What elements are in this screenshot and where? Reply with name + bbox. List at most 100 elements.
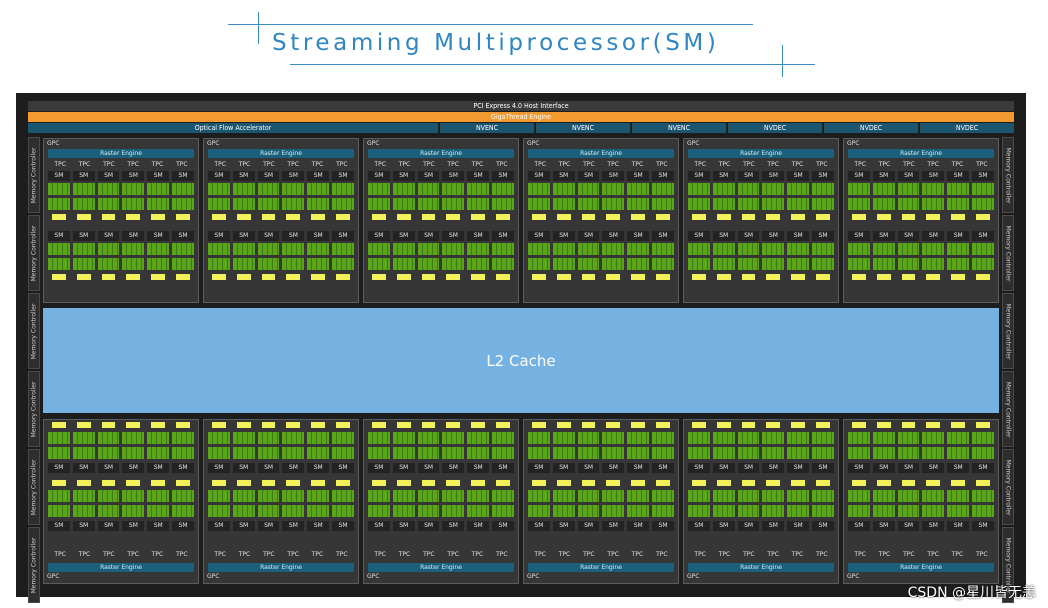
- sm-label: SM: [282, 521, 305, 531]
- gpc-label: GPC: [47, 140, 60, 147]
- cuda-core-block: [848, 243, 870, 255]
- memory-controller: Memory Controller: [1002, 371, 1014, 447]
- cuda-core-block: [442, 183, 465, 195]
- sm-label: SM: [48, 171, 70, 181]
- memory-controller-label: Memory Controller: [1004, 459, 1012, 515]
- tensor-core-block: [716, 214, 731, 220]
- cuda-core-block: [972, 505, 994, 517]
- tensor-core-block: [976, 274, 990, 280]
- cuda-core-block: [922, 447, 945, 459]
- tensor-core-block: [471, 274, 486, 280]
- cuda-core-block: [712, 258, 735, 270]
- tensor-core-block: [976, 422, 990, 428]
- tensor-core-row: [48, 214, 194, 220]
- gpc-block: GPC Raster Engine TPC TPC TPC TPC TPC TPC SM SM SM…: [43, 138, 199, 303]
- memory-controller: Memory Controller: [28, 215, 40, 291]
- cuda-core-block: [368, 243, 390, 255]
- cuda-core-block: [392, 183, 415, 195]
- tensor-core-block: [311, 480, 326, 486]
- tensor-core-block: [852, 214, 866, 220]
- tensor-core-block: [446, 480, 461, 486]
- cuda-core-block: [922, 243, 945, 255]
- cuda-core-block: [602, 258, 625, 270]
- sm-label: SM: [307, 171, 330, 181]
- sm-row: SM SM SM SM SM SM: [208, 231, 354, 241]
- sm-label: SM: [552, 171, 575, 181]
- cuda-core-block: [122, 198, 145, 210]
- tensor-core-block: [212, 480, 226, 486]
- sm-label: SM: [848, 171, 870, 181]
- sm-row: SM SM SM SM SM SM: [528, 463, 674, 473]
- sm-label: SM: [577, 521, 600, 531]
- tensor-core-block: [631, 422, 646, 428]
- cuda-core-block: [442, 198, 465, 210]
- cuda-core-block: [922, 505, 945, 517]
- tensor-core-block: [692, 480, 706, 486]
- cuda-core-row: [688, 258, 834, 270]
- sm-label: SM: [528, 463, 550, 473]
- sm-label: SM: [122, 231, 145, 241]
- tpc-row: TPC TPC TPC TPC TPC TPC: [848, 160, 994, 169]
- tpc-label: TPC: [127, 161, 139, 168]
- cuda-core-row: [688, 490, 834, 502]
- cuda-core-block: [97, 183, 120, 195]
- cuda-core-block: [232, 198, 255, 210]
- cuda-core-block: [627, 243, 650, 255]
- tpc-label: TPC: [447, 551, 459, 558]
- sm-label: SM: [947, 231, 970, 241]
- cuda-core-block: [528, 243, 550, 255]
- tpc-label: TPC: [951, 161, 964, 168]
- tensor-core-block: [606, 274, 621, 280]
- memory-controller-label: Memory Controller: [30, 381, 38, 437]
- cuda-core-row: [688, 505, 834, 517]
- tensor-core-block: [496, 214, 510, 220]
- tensor-core-block: [901, 422, 916, 428]
- sm-label: SM: [627, 521, 650, 531]
- cuda-core-block: [712, 183, 735, 195]
- sm-row: SM SM SM SM SM SM: [208, 521, 354, 531]
- tensor-core-block: [126, 274, 141, 280]
- memory-controller-label: Memory Controller: [1004, 381, 1012, 437]
- cuda-core-block: [848, 490, 870, 502]
- cuda-core-block: [872, 490, 895, 502]
- cuda-core-block: [368, 258, 390, 270]
- cuda-core-block: [552, 258, 575, 270]
- tpc-label: TPC: [423, 551, 435, 558]
- raster-engine: Raster Engine: [48, 149, 194, 158]
- cuda-core-block: [552, 505, 575, 517]
- sm-row: SM SM SM SM SM SM: [48, 171, 194, 181]
- sm-label: SM: [208, 521, 230, 531]
- cuda-core-block: [528, 183, 550, 195]
- engine-nvdec: NVDEC: [824, 123, 918, 133]
- sm-row: SM SM SM SM SM SM: [48, 231, 194, 241]
- cuda-core-block: [307, 198, 330, 210]
- cuda-core-block: [787, 258, 810, 270]
- sm-label: SM: [332, 521, 354, 531]
- tensor-core-block: [236, 480, 251, 486]
- cuda-core-block: [762, 198, 785, 210]
- tpc-label: TPC: [176, 161, 188, 168]
- tensor-core-row: [48, 274, 194, 280]
- tpc-label: TPC: [374, 551, 386, 558]
- cuda-core-block: [467, 243, 490, 255]
- cuda-core-block: [552, 183, 575, 195]
- cuda-core-block: [872, 505, 895, 517]
- memory-controller-label: Memory Controller: [30, 537, 38, 593]
- tpc-label: TPC: [927, 161, 939, 168]
- tensor-core-block: [396, 480, 411, 486]
- sm-row: SM SM SM SM SM SM: [48, 463, 194, 473]
- sm-label: SM: [257, 231, 280, 241]
- tensor-core-row: [688, 422, 834, 428]
- sm-label: SM: [602, 463, 625, 473]
- cuda-core-block: [872, 243, 895, 255]
- page-title: Streaming Multiprocessor(SM): [272, 30, 720, 56]
- tensor-core-block: [372, 480, 386, 486]
- tensor-core-block: [901, 274, 916, 280]
- gpc-block: GPC Raster Engine TPC TPC TPC TPC TPC TPC SM SM SM…: [363, 138, 519, 303]
- sm-label: SM: [232, 521, 255, 531]
- watermark: CSDN @星川皆无恙: [907, 585, 1036, 601]
- cuda-core-block: [712, 243, 735, 255]
- cuda-core-block: [897, 432, 920, 444]
- tpc-label: TPC: [558, 161, 571, 168]
- tensor-core-block: [741, 214, 756, 220]
